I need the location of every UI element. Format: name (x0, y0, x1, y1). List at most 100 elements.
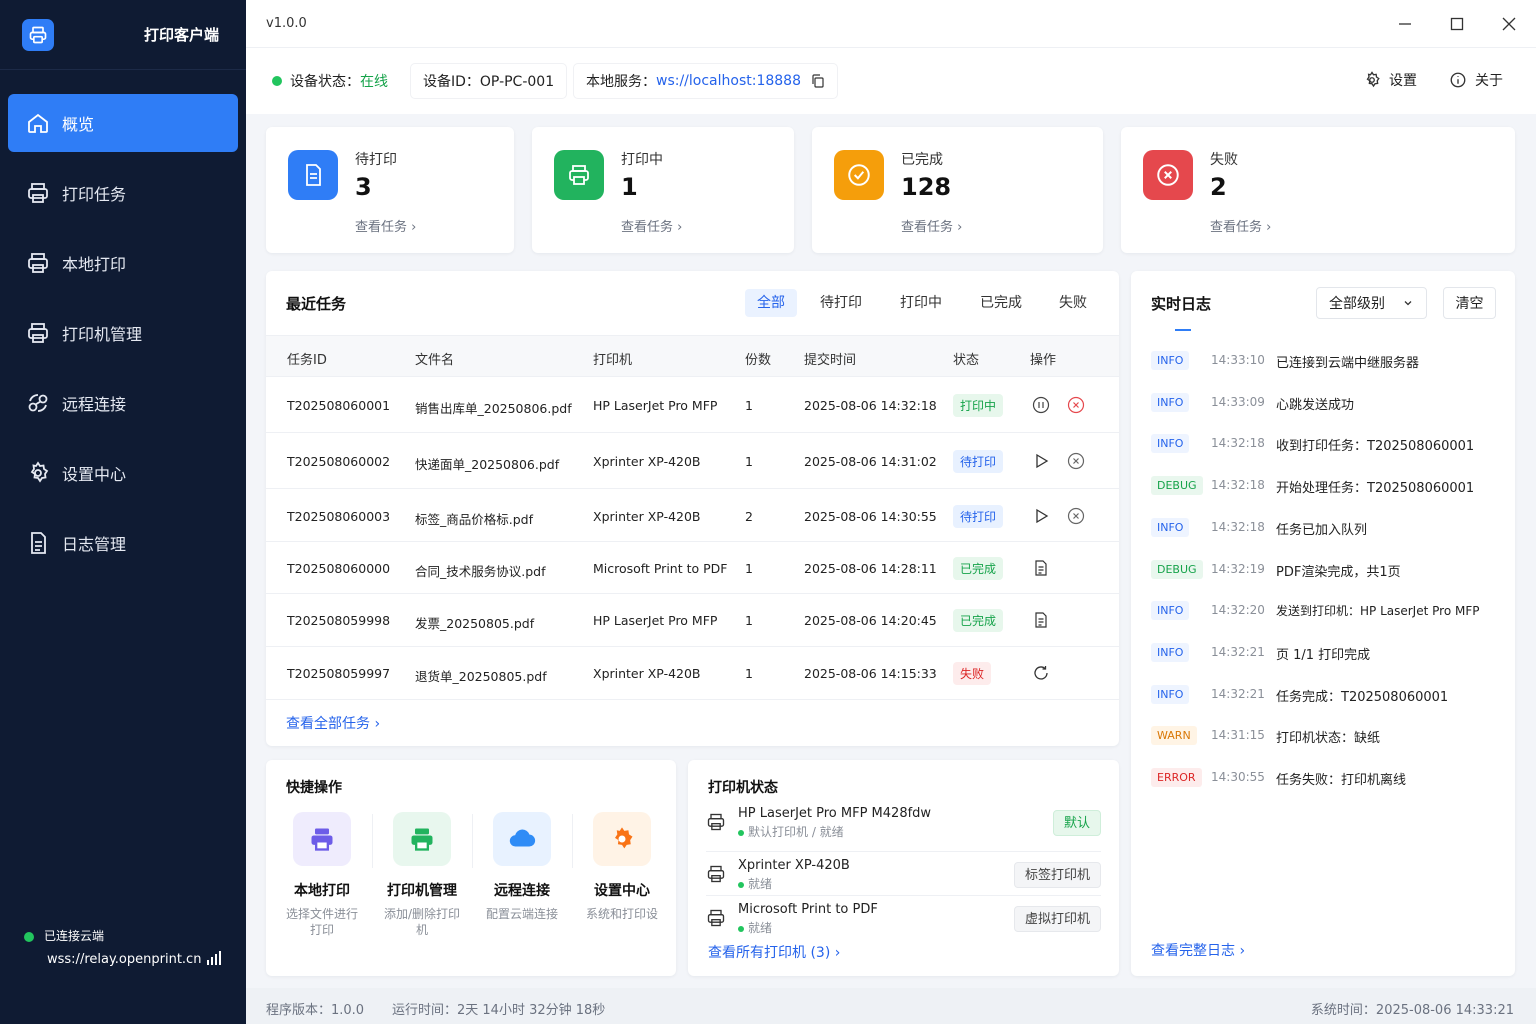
table-row[interactable]: T202508059998 发票_20250805.pdf HP LaserJe… (266, 594, 1119, 647)
quick-action-desc: 添加/删除打印机 (383, 907, 461, 937)
settings-label: 设置 (1389, 73, 1417, 89)
clear-log-button[interactable]: 清空 (1443, 287, 1496, 319)
view-all-tasks-link[interactable]: 查看全部任务 › (286, 713, 380, 733)
status-dot (738, 881, 744, 888)
printer-row[interactable]: Microsoft Print to PDF 就绪 虚拟打印机 (706, 895, 1101, 939)
view-tasks-link[interactable]: 查看任务 › (901, 216, 962, 235)
table-row[interactable]: T202508059997 退货单_20250805.pdf Xprinter … (266, 647, 1119, 700)
stat-label: 失败 (1210, 152, 1238, 168)
view-full-log-link[interactable]: 查看完整日志 › (1151, 940, 1245, 960)
default-badge: 默认 (1052, 810, 1101, 836)
log-title: 实时日志 (1151, 295, 1212, 313)
file-detail-icon[interactable] (1032, 559, 1050, 577)
stat-card-printing[interactable]: 打印中 1 查看任务 › (532, 127, 794, 253)
gear-icon (593, 812, 651, 866)
log-entry: INFO 14:32:21 页 1/1 打印完成 (1151, 640, 1495, 666)
quick-remote-connection[interactable]: 远程连接 配置云端连接 (476, 812, 568, 922)
quick-settings[interactable]: 设置中心 系统和打印设 (576, 812, 668, 922)
printer-row[interactable]: HP LaserJet Pro MFP M428fdw 默认打印机 / 就绪 默… (706, 806, 1101, 850)
log-time: 14:32:18 (1211, 478, 1265, 492)
link-label: 查看任务 (355, 220, 408, 235)
tab-failed[interactable]: 失败 (1047, 289, 1099, 317)
printer-row[interactable]: Xprinter XP-420B 就绪 标签打印机 (706, 851, 1101, 895)
local-service-label: 本地服务： (586, 74, 656, 90)
log-entry: WARN 14:31:15 打印机状态：缺纸 (1151, 723, 1495, 749)
submit-time: 2025-08-06 14:31:02 (804, 454, 937, 469)
cancel-icon[interactable] (1067, 452, 1085, 470)
log-entry: INFO 14:33:10 已连接到云端中继服务器 (1151, 348, 1495, 374)
log-time: 14:30:55 (1211, 770, 1265, 784)
local-service-url: ws://localhost:18888 (656, 73, 801, 89)
column-header: 操作 (1030, 353, 1057, 368)
sidebar-item-overview[interactable]: 概览 (8, 94, 238, 152)
quick-action-title: 打印机管理 (387, 883, 457, 899)
stat-label: 打印中 (621, 152, 663, 168)
close-icon (1502, 17, 1516, 31)
pause-icon[interactable] (1032, 396, 1050, 414)
play-icon[interactable] (1032, 452, 1050, 470)
sidebar-item-settings[interactable]: 设置中心 (8, 444, 238, 502)
table-row[interactable]: T202508060002 快递面单_20250806.pdf Xprinter… (266, 433, 1119, 489)
maximize-button[interactable] (1444, 12, 1470, 36)
printer-name: Microsoft Print to PDF (738, 902, 878, 917)
stat-value: 128 (901, 173, 952, 201)
tab-completed[interactable]: 已完成 (968, 289, 1034, 317)
printer-icon (393, 812, 451, 866)
sidebar-item-label: 打印机管理 (62, 325, 143, 344)
view-tasks-link[interactable]: 查看任务 › (621, 216, 682, 235)
printer-name: HP LaserJet Pro MFP M428fdw (738, 806, 932, 821)
file-name: 退货单_20250805.pdf (415, 669, 547, 684)
view-tasks-link[interactable]: 查看任务 › (355, 216, 416, 235)
settings-button[interactable]: 设置 (1363, 70, 1417, 90)
sidebar-item-label: 日志管理 (62, 535, 127, 554)
view-all-printers-link[interactable]: 查看所有打印机 (3) › (708, 942, 840, 962)
copy-icon[interactable] (811, 74, 825, 88)
x-circle-icon (1143, 150, 1193, 200)
title-bar: v1.0.0 (246, 0, 1536, 48)
log-level-select[interactable]: 全部级别 (1316, 287, 1427, 319)
log-message: 已连接到云端中继服务器 (1276, 356, 1420, 371)
minimize-button[interactable] (1392, 12, 1418, 36)
cancel-icon[interactable] (1067, 396, 1085, 414)
sidebar-item-printer-management[interactable]: 打印机管理 (8, 304, 238, 362)
quick-printer-management[interactable]: 打印机管理 添加/删除打印机 (376, 812, 468, 938)
tab-all[interactable]: 全部 (745, 289, 797, 317)
file-detail-icon[interactable] (1032, 611, 1050, 629)
table-row[interactable]: T202508060000 合同_技术服务协议.pdf Microsoft Pr… (266, 542, 1119, 594)
table-row[interactable]: T202508060003 标签_商品价格标.pdf Xprinter XP-4… (266, 489, 1119, 542)
sidebar-item-local-print[interactable]: 本地打印 (8, 234, 238, 292)
stat-card-failed[interactable]: 失败 2 查看任务 › (1121, 127, 1515, 253)
quick-local-print[interactable]: 本地打印 选择文件进行 打印 (276, 812, 368, 938)
sidebar-item-logs[interactable]: 日志管理 (8, 514, 238, 572)
cancel-icon[interactable] (1067, 507, 1085, 525)
column-header: 打印机 (593, 353, 633, 368)
log-message: 任务已加入队列 (1276, 523, 1368, 538)
view-tasks-link[interactable]: 查看任务 › (1210, 216, 1271, 235)
stat-card-pending[interactable]: 待打印 3 查看任务 › (266, 127, 514, 253)
stat-card-completed[interactable]: 已完成 128 查看任务 › (812, 127, 1103, 253)
sidebar-item-print-tasks[interactable]: 打印任务 (8, 164, 238, 222)
close-button[interactable] (1496, 12, 1522, 36)
log-time: 14:32:18 (1211, 436, 1265, 450)
log-entry: DEBUG 14:32:19 PDF渲染完成，共1页 (1151, 557, 1495, 583)
device-status: 设备状态： 在线 (260, 64, 400, 98)
log-level-badge: DEBUG (1151, 560, 1203, 579)
gear-icon (1366, 71, 1380, 88)
printer-icon (28, 323, 48, 343)
about-button[interactable]: 关于 (1449, 70, 1503, 90)
printer-status-title: 打印机状态 (708, 780, 778, 796)
log-level-badge: INFO (1151, 643, 1190, 662)
divider (372, 814, 373, 868)
copies: 1 (745, 561, 753, 576)
gear-icon (30, 461, 49, 483)
tab-printing[interactable]: 打印中 (888, 289, 954, 317)
signal-icon (207, 951, 221, 965)
play-icon[interactable] (1032, 507, 1050, 525)
tab-pending[interactable]: 待打印 (808, 289, 874, 317)
sidebar-item-remote-connection[interactable]: 远程连接 (8, 374, 238, 432)
link-label: 查看所有打印机 (3) (708, 945, 831, 961)
table-row[interactable]: T202508060001 销售出库单_20250806.pdf HP Lase… (266, 377, 1119, 433)
retry-icon[interactable] (1032, 664, 1050, 682)
submit-time: 2025-08-06 14:15:33 (804, 666, 937, 681)
minimize-icon (1399, 23, 1411, 25)
